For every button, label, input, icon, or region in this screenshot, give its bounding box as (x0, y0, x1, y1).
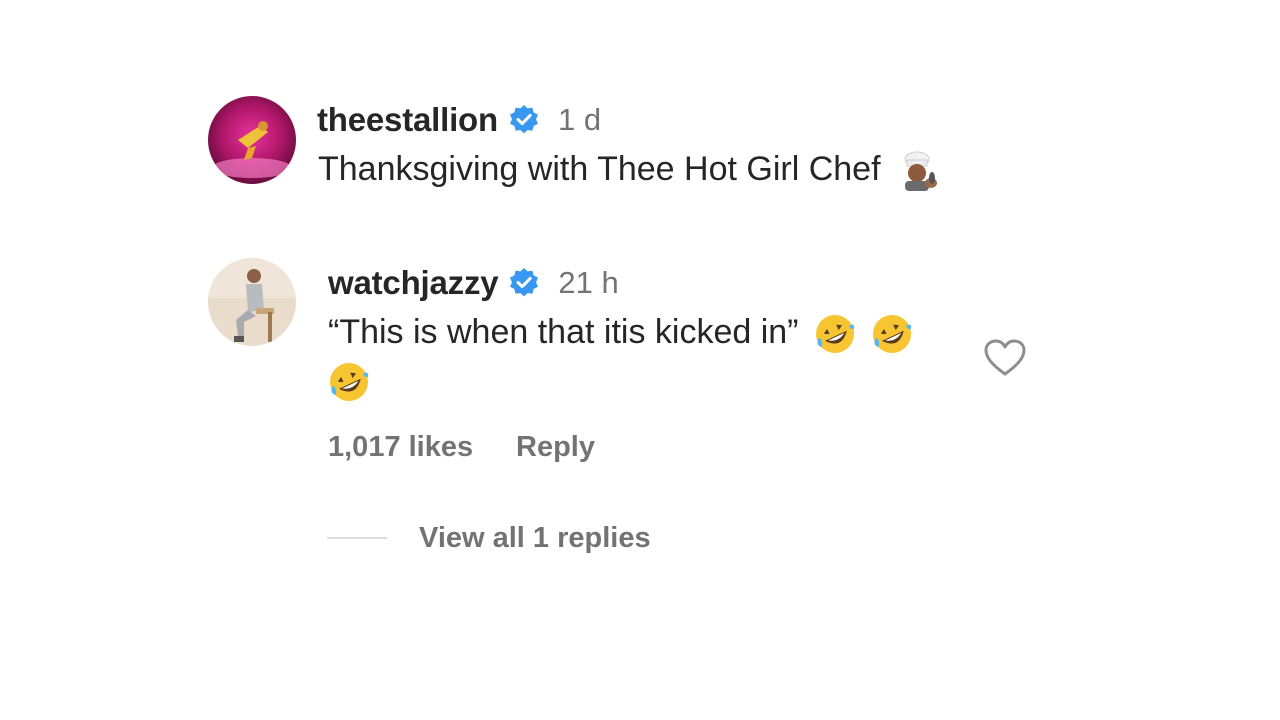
comment-text: Thanksgiving with Thee Hot Girl Chef (318, 150, 881, 188)
likes-count[interactable]: 1,017 likes (328, 428, 473, 466)
reply-text-row: “This is when that itis kicked in” (328, 308, 913, 356)
verified-badge-icon (508, 104, 540, 136)
like-heart-icon[interactable] (983, 338, 1027, 378)
rofl-emoji-icon (328, 361, 370, 403)
comment-time: 1 d (557, 102, 602, 137)
reply-text: “This is when that itis kicked in” (328, 313, 799, 351)
view-replies-button[interactable]: View all 1 replies (419, 519, 651, 557)
reply-text-row-2 (328, 356, 370, 404)
comment-text-row: Thanksgiving with Thee Hot Girl Chef (318, 145, 938, 193)
reply-time: 21 h (558, 265, 619, 300)
username[interactable]: theestallion (317, 101, 498, 139)
rofl-emoji-icon (871, 313, 913, 355)
username[interactable]: watchjazzy (328, 264, 499, 302)
cook-emoji-icon (896, 150, 938, 192)
reply-button[interactable]: Reply (516, 428, 595, 466)
rofl-emoji-icon (814, 313, 856, 355)
verified-badge-icon (508, 267, 540, 299)
avatar-watchjazzy[interactable] (208, 258, 296, 346)
replies-divider (327, 537, 387, 539)
avatar-theestallion[interactable] (208, 96, 296, 184)
